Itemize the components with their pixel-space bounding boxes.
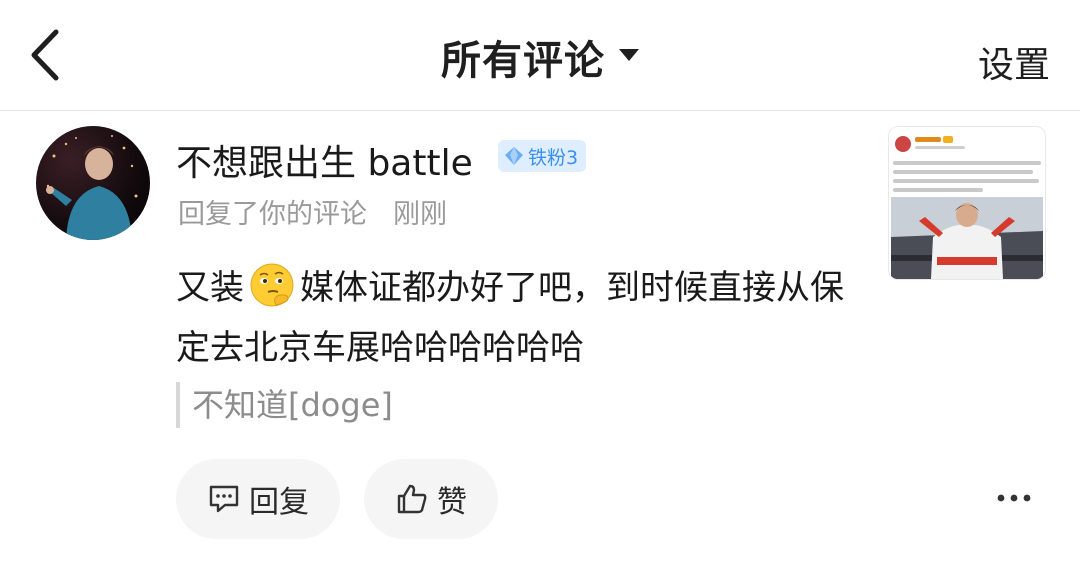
thumbnail-header — [893, 133, 1041, 155]
header-divider — [0, 110, 1080, 111]
comment-bubble-icon — [209, 485, 239, 513]
avatar[interactable] — [36, 126, 150, 240]
settings-button[interactable]: 设置 — [978, 36, 1050, 88]
avatar-image — [46, 135, 138, 240]
reply-label: 回复 — [249, 485, 309, 520]
comment-meta: 回复了你的评论 刚刚 — [178, 192, 447, 231]
top-bar: 所有评论 设置 — [0, 0, 1080, 110]
more-dots-icon[interactable] — [994, 486, 1034, 510]
comment-action: 回复了你的评论 — [178, 199, 367, 230]
post-thumbnail[interactable] — [888, 126, 1046, 280]
reply-button[interactable]: 回复 — [176, 459, 340, 539]
comment-text-part-1: 又装 — [176, 268, 244, 308]
thinking-face-emoji — [250, 263, 294, 307]
fan-badge-label: 铁粉3 — [528, 146, 579, 169]
diamond-icon — [505, 147, 523, 165]
page-title: 所有评论 — [441, 38, 605, 84]
username[interactable]: 不想跟出生 battle — [176, 134, 473, 186]
caret-down-icon — [619, 49, 639, 61]
thumbnail-photo — [891, 197, 1043, 279]
fan-badge: 铁粉3 — [498, 140, 587, 172]
comment-time: 刚刚 — [393, 199, 447, 230]
comment-text: 又装 媒体证都办好了吧，到时候直接从保定去北京车展哈哈哈哈哈哈 — [176, 258, 866, 378]
quoted-comment[interactable]: 不知道[doge] — [176, 382, 393, 428]
title-dropdown[interactable]: 所有评论 — [0, 28, 1080, 86]
thumbnail-author-avatar — [895, 136, 965, 152]
like-button[interactable]: 赞 — [364, 459, 498, 539]
like-label: 赞 — [437, 485, 467, 520]
thumbnail-caption — [893, 161, 1041, 197]
thumbs-up-icon — [397, 484, 427, 514]
